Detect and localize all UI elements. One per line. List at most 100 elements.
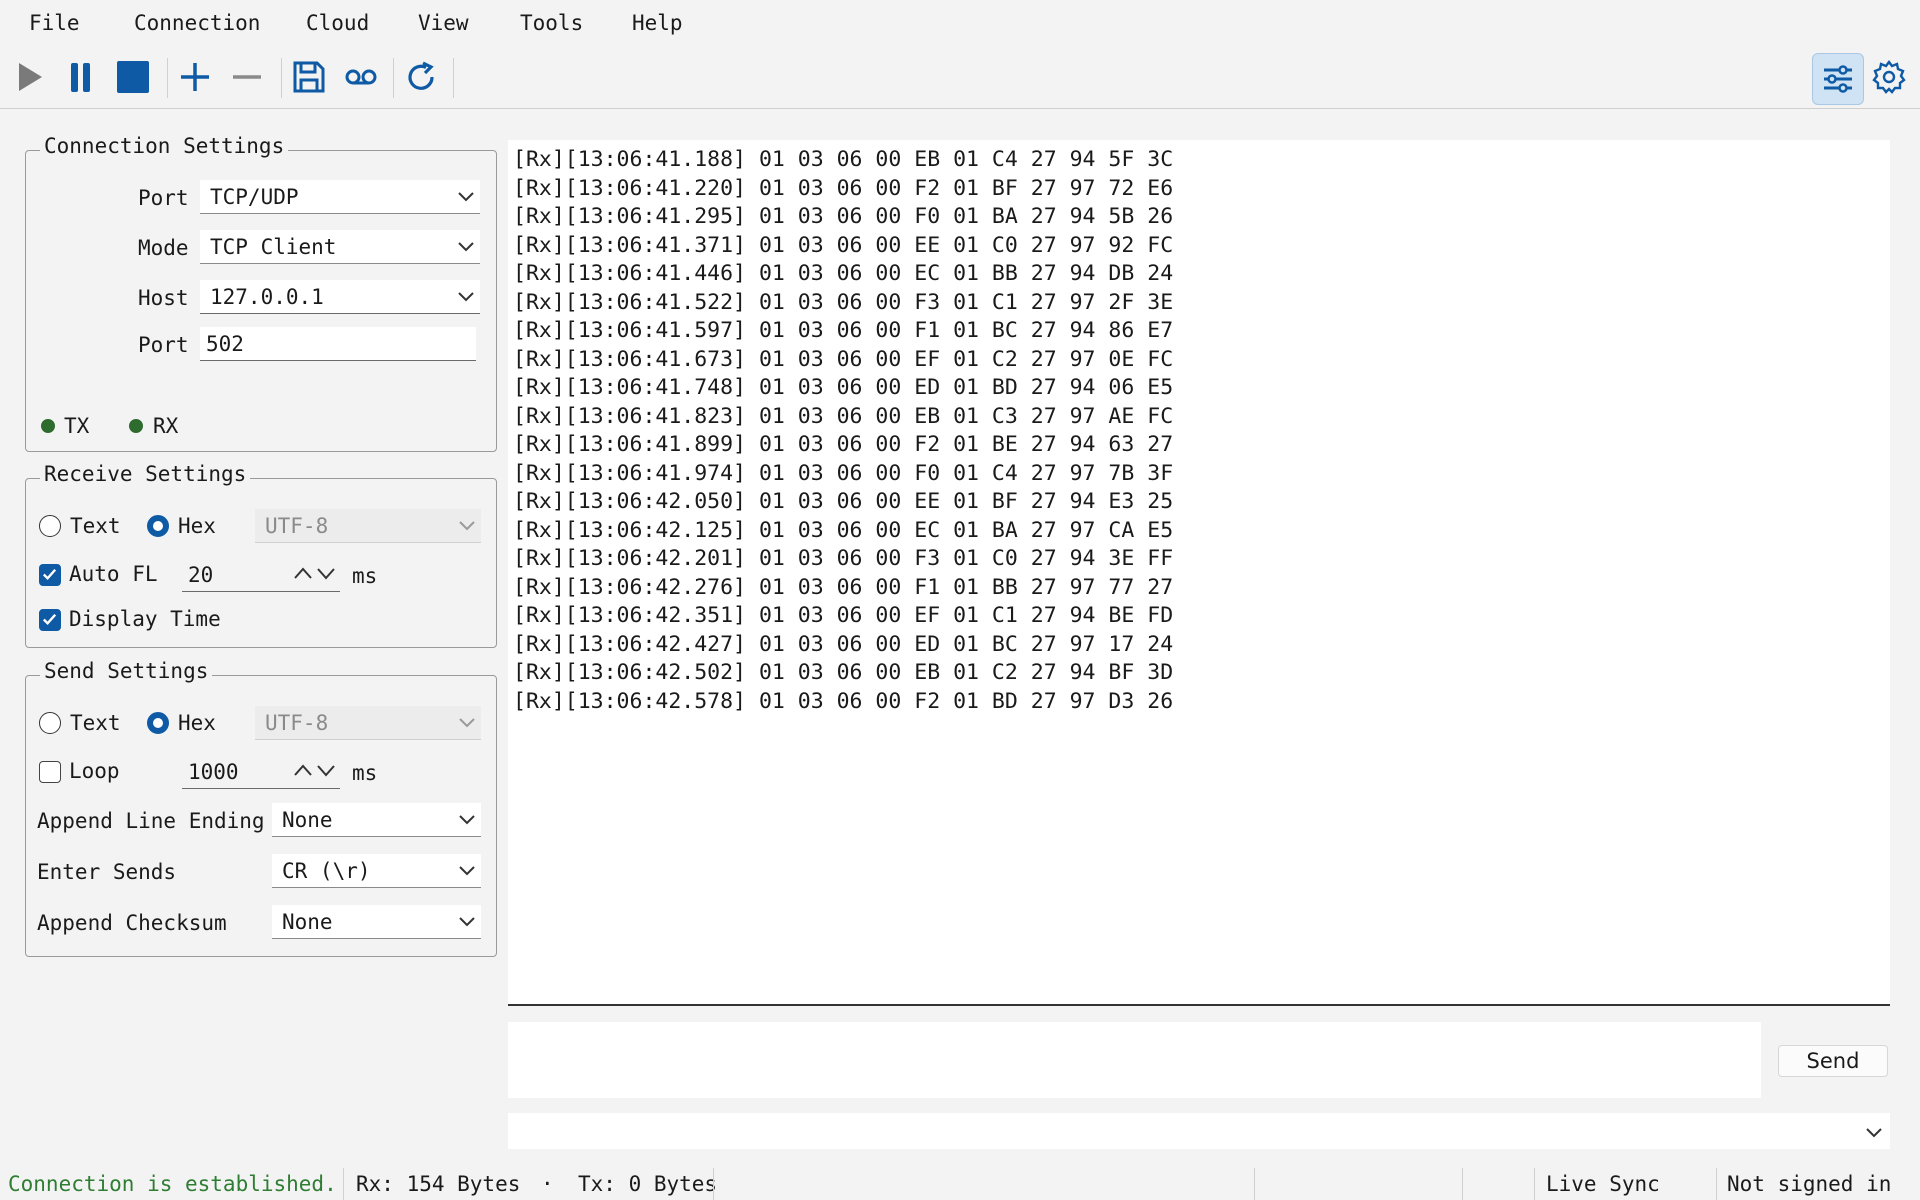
send-history-select[interactable]: [508, 1113, 1890, 1149]
pause-icon: [71, 63, 90, 92]
loop-checkbox[interactable]: [39, 761, 61, 783]
loop-interval-value: 1000: [188, 759, 239, 784]
auto-fl-checkbox[interactable]: [39, 564, 61, 586]
log-line: [Rx][13:06:41.522] 01 03 06 00 F3 01 C1 …: [513, 289, 1174, 315]
chevron-down-icon: [458, 192, 474, 202]
line-ending-value: None: [282, 807, 333, 832]
mode-select[interactable]: TCP Client: [200, 230, 480, 264]
send-hex-label: Hex: [178, 711, 216, 735]
start-button[interactable]: [6, 54, 52, 100]
stop-button[interactable]: [110, 54, 156, 100]
host-label: Host: [138, 286, 189, 310]
auto-fl-spinbox[interactable]: 20: [182, 558, 340, 592]
record-button[interactable]: [338, 54, 384, 100]
refresh-button[interactable]: [398, 54, 444, 100]
save-button[interactable]: [286, 54, 332, 100]
log-line: [Rx][13:06:42.050] 01 03 06 00 EE 01 BF …: [513, 489, 1174, 514]
send-input[interactable]: [508, 1022, 1761, 1098]
loop-interval-spinbox[interactable]: 1000: [182, 755, 340, 789]
receive-hex-radio[interactable]: [147, 515, 169, 537]
port-label: Port: [138, 186, 189, 210]
pause-button[interactable]: [58, 54, 104, 100]
remove-icon: [233, 75, 261, 79]
display-time-label: Display Time: [69, 607, 221, 631]
port-number-input[interactable]: 502: [200, 327, 476, 361]
menu-tools[interactable]: Tools: [520, 11, 583, 35]
live-sync-status[interactable]: Live Sync: [1546, 1172, 1660, 1196]
port-number-value: 502: [206, 331, 244, 356]
log-line: [Rx][13:06:41.823] 01 03 06 00 EB 01 C3 …: [513, 403, 1174, 429]
log-line: [Rx][13:06:41.899] 01 03 06 00 F2 01 BE …: [513, 432, 1174, 457]
line-ending-select[interactable]: None: [272, 803, 481, 837]
menu-help[interactable]: Help: [632, 11, 683, 35]
add-button[interactable]: [172, 54, 218, 100]
enter-sends-label: Enter Sends: [37, 860, 177, 884]
chevron-down-icon: [459, 718, 475, 728]
send-button[interactable]: Send: [1778, 1045, 1888, 1077]
checkmark-icon: [42, 613, 57, 626]
send-text-radio[interactable]: [39, 712, 61, 734]
host-value: 127.0.0.1: [210, 284, 324, 309]
port-type-value: TCP/UDP: [210, 184, 299, 209]
log-line: [Rx][13:06:41.597] 01 03 06 00 F1 01 BC …: [513, 318, 1174, 343]
settings-panel-icon: [1824, 65, 1852, 93]
menu-file[interactable]: File: [29, 11, 80, 35]
menu-connection[interactable]: Connection: [134, 11, 260, 35]
menu-cloud[interactable]: Cloud: [306, 11, 369, 35]
log-line: [Rx][13:06:41.188] 01 03 06 00 EB 01 C4 …: [513, 147, 1174, 172]
auto-fl-label: Auto FL: [69, 562, 158, 586]
chevron-down-icon: [1866, 1128, 1882, 1138]
log-line: [Rx][13:06:42.351] 01 03 06 00 EF 01 C1 …: [513, 603, 1174, 628]
chevron-down-icon: [459, 521, 475, 531]
display-time-checkbox[interactable]: [39, 609, 61, 631]
loop-label: Loop: [69, 759, 120, 783]
stop-icon: [117, 61, 149, 93]
log-line: [Rx][13:06:42.427] 01 03 06 00 ED 01 BC …: [513, 631, 1174, 657]
log-line: [Rx][13:06:41.220] 01 03 06 00 F2 01 BF …: [513, 175, 1174, 201]
receive-log[interactable]: [Rx][13:06:41.188] 01 03 06 00 EB 01 C4 …: [508, 140, 1890, 1006]
log-line: [Rx][13:06:41.748] 01 03 06 00 ED 01 BD …: [513, 375, 1174, 400]
chevron-down-icon: [459, 917, 475, 927]
menu-view[interactable]: View: [418, 11, 469, 35]
receive-text-radio[interactable]: [39, 515, 61, 537]
receive-encoding-select[interactable]: UTF-8: [255, 509, 481, 543]
host-select[interactable]: 127.0.0.1: [200, 280, 480, 314]
signin-status[interactable]: Not signed in: [1727, 1172, 1891, 1196]
log-line: [Rx][13:06:42.201] 01 03 06 00 F3 01 C0 …: [513, 546, 1174, 571]
checksum-label: Append Checksum: [37, 911, 227, 935]
add-icon: [181, 63, 209, 91]
settings-panel-button[interactable]: [1812, 53, 1864, 105]
status-bar: Connection is established. Rx: 154 Bytes…: [0, 1160, 1920, 1200]
mode-value: TCP Client: [210, 234, 337, 259]
toolbar: [0, 46, 1920, 109]
enter-sends-select[interactable]: CR (\r): [272, 854, 481, 888]
port-type-select[interactable]: TCP/UDP: [200, 180, 480, 214]
chevron-down-icon: [458, 292, 474, 302]
checkmark-icon: [42, 568, 57, 581]
send-hex-radio[interactable]: [147, 712, 169, 734]
port-number-label: Port: [138, 333, 189, 357]
chevron-down-icon: [459, 815, 475, 825]
checksum-select[interactable]: None: [272, 905, 481, 939]
enter-sends-value: CR (\r): [282, 858, 371, 883]
settings-button[interactable]: [1866, 54, 1912, 100]
send-encoding-value: UTF-8: [265, 710, 329, 735]
gear-icon: [1872, 60, 1906, 94]
rx-bytes: Rx: 154 Bytes: [356, 1172, 521, 1196]
spin-arrows-icon[interactable]: [292, 759, 338, 781]
remove-button[interactable]: [224, 54, 270, 100]
send-encoding-select[interactable]: UTF-8: [255, 706, 481, 740]
chevron-down-icon: [459, 866, 475, 876]
log-line: [Rx][13:06:41.974] 01 03 06 00 F0 01 C4 …: [513, 460, 1174, 486]
log-line: [Rx][13:06:42.578] 01 03 06 00 F2 01 BD …: [513, 688, 1174, 714]
spin-arrows-icon[interactable]: [292, 562, 338, 584]
log-line: [Rx][13:06:41.295] 01 03 06 00 F0 01 BA …: [513, 204, 1174, 229]
log-line: [Rx][13:06:41.371] 01 03 06 00 EE 01 C0 …: [513, 232, 1174, 258]
auto-fl-value: 20: [188, 562, 214, 587]
rx-label: RX: [153, 414, 179, 438]
log-line: [Rx][13:06:42.276] 01 03 06 00 F1 01 BB …: [513, 574, 1174, 600]
status-dot: ·: [541, 1172, 554, 1196]
checksum-value: None: [282, 909, 333, 934]
mode-label: Mode: [138, 236, 189, 260]
connection-status: Connection is established.: [8, 1172, 337, 1196]
